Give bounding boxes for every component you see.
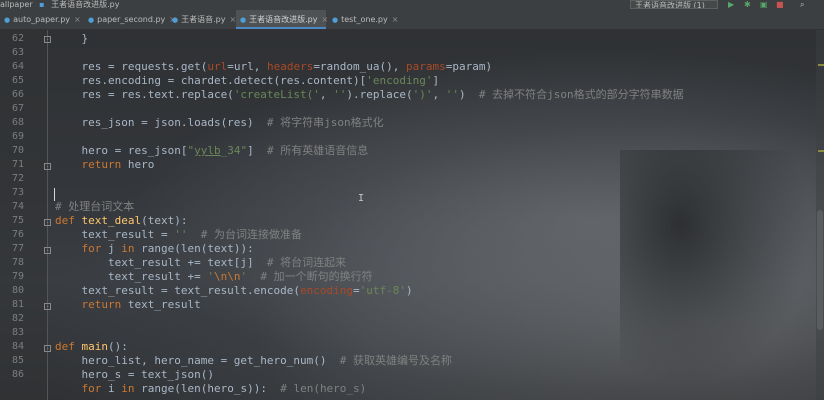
code-line[interactable]: hero = res_json["yylb_34"] # 所有英雄语音信息 [55,144,368,158]
code-line[interactable]: # 处理台词文本 [55,200,134,214]
line-number: 71 [11,159,24,170]
code-line[interactable]: def main(): [55,340,128,354]
code-line[interactable]: res_json = json.loads(res) # 将字符串json格式化 [55,116,383,130]
code-line[interactable]: for j in range(len(text)): [55,242,254,256]
run-configuration-select[interactable]: 王者语音改进版 (1) [630,0,718,9]
search-icon[interactable]: ⌕ [800,0,804,10]
code-line[interactable]: res = res.text.replace('createList(', ''… [55,88,683,102]
code-line[interactable]: res.encoding = chardet.detect(res.conten… [55,74,439,88]
line-number: 74 [11,201,24,212]
line-number: 77 [11,243,24,254]
python-file-icon: ● [240,16,247,24]
fold-marker-icon[interactable]: - [44,163,51,170]
file-icon: ▪ [39,0,45,9]
line-number: 64 [11,61,24,72]
breadcrumb-project[interactable]: allpaper [0,0,33,9]
code-line[interactable]: hero_s = text_json() [55,368,213,382]
code-line[interactable]: return text_result [55,298,201,312]
line-number: 82 [11,313,24,324]
tab-wangzhe-voice[interactable]: ● 王者语音.py × [168,10,236,29]
line-number: 66 [11,89,24,100]
fold-marker-icon[interactable]: - [44,219,51,226]
close-icon[interactable]: × [74,15,81,24]
python-file-icon: ● [4,16,11,24]
code-line[interactable]: text_result += '\n\n' # 加一个断句的换行符 [55,270,373,284]
line-number: 86 [11,369,24,380]
warning-marker[interactable] [818,150,824,152]
line-number: 63 [11,47,24,58]
line-number: 84 [11,341,24,352]
line-number: 76 [11,229,24,240]
line-number: 75 [11,215,24,226]
fold-marker-icon[interactable]: - [44,303,51,310]
code-line[interactable]: for i in range(len(hero_s)): # len(hero_… [55,382,367,396]
line-number: 62 [11,33,24,44]
code-line[interactable]: text_result += text[j] # 将台词连起来 [55,256,346,270]
breadcrumb-file[interactable]: 王者语音改进版.py [51,0,119,9]
line-number: 68 [11,117,24,128]
code-line[interactable]: text_result = '' # 为台词连接做准备 [55,228,301,242]
line-number: 81 [11,299,24,310]
close-icon[interactable]: × [392,15,399,24]
line-number: 79 [11,271,24,282]
code-line[interactable]: } [55,32,88,46]
line-number: 85 [11,355,24,366]
run-icon[interactable]: ▶ [728,0,734,10]
line-number: 72 [11,173,24,184]
tab-test-one[interactable]: ● test_one.py × [328,10,398,29]
line-number: 69 [11,131,24,142]
warning-marker[interactable] [818,64,824,66]
mouse-ibeam-cursor: I [358,193,365,204]
code-line[interactable]: def text_deal(text): [55,214,187,228]
scrollbar-thumb[interactable] [817,210,823,330]
python-file-icon: ● [88,16,95,24]
tab-auto-paper[interactable]: ● auto_paper.py × [0,10,82,29]
python-file-icon: ● [172,16,179,24]
line-number: 80 [11,285,24,296]
line-number: 73 [11,187,24,198]
text-caret [54,188,55,201]
stop-icon[interactable]: ■ [776,0,784,10]
background-figure [620,150,820,400]
line-number: 83 [11,327,24,338]
python-file-icon: ● [332,16,339,24]
navigation-bar: allpaper ▪ 王者语音改进版.py 王者语音改进版 (1) ▶ ✱ ▣ … [0,0,824,10]
breadcrumb: allpaper ▪ 王者语音改进版.py [0,0,124,10]
code-line[interactable]: text_result = text_result.encode(encodin… [55,284,412,298]
fold-marker-icon[interactable]: - [44,36,51,43]
code-line[interactable]: res = requests.get(url=url, headers=rand… [55,60,492,74]
tab-paper-second[interactable]: ● paper_second.py × [84,10,176,29]
line-number: 67 [11,103,24,114]
line-number: 78 [11,257,24,268]
code-line[interactable]: hero_list, hero_name = get_hero_num() # … [55,354,452,368]
debug-icon[interactable]: ✱ [744,0,751,10]
code-line[interactable]: return hero [55,158,155,172]
coverage-icon[interactable]: ▣ [760,0,768,10]
editor-tab-bar: ● auto_paper.py × ● paper_second.py × ● 王者语音.… [0,10,824,30]
line-number: 70 [11,145,24,156]
line-number: 65 [11,75,24,86]
fold-marker-icon[interactable]: - [44,345,51,352]
fold-marker-icon[interactable]: - [44,247,51,254]
tab-wangzhe-voice-improved[interactable]: ● 王者语音改进版.py × [236,10,328,29]
